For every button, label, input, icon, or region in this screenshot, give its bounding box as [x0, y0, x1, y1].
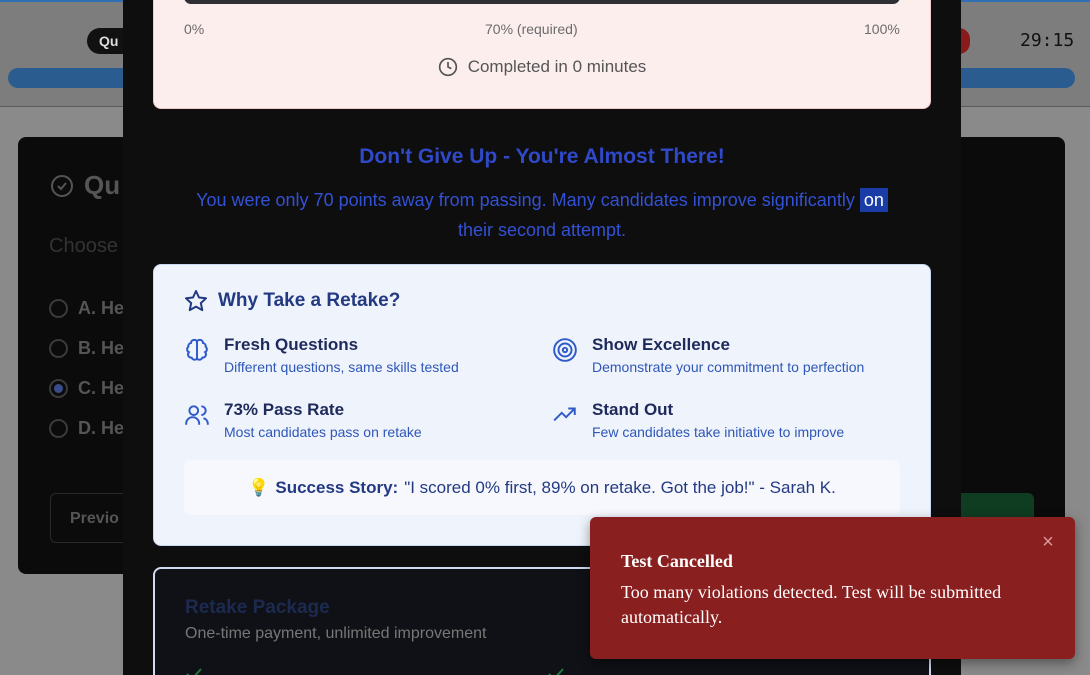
- why-title-text: Why Take a Retake?: [218, 290, 401, 311]
- trending-up-icon: [553, 407, 576, 422]
- lightbulb-icon: 💡: [248, 477, 270, 497]
- why-retake-panel: Why Take a Retake? Fresh Questions Diffe…: [153, 264, 931, 546]
- bar-label-max: 100%: [864, 21, 900, 37]
- encourage-text-part: their second attempt.: [457, 220, 627, 240]
- score-bar: [184, 0, 900, 4]
- bar-label-required: 70% (required): [485, 21, 578, 37]
- question-subtitle: Choose: [49, 235, 118, 257]
- encourage-title: Don't Give Up - You're Almost There!: [359, 145, 725, 168]
- radio-selected-icon[interactable]: [49, 379, 68, 398]
- feature-pass-rate: 73% Pass Rate Most candidates pass on re…: [184, 400, 422, 440]
- toast-title: Test Cancelled: [621, 551, 733, 571]
- radio-icon[interactable]: [49, 419, 68, 438]
- encourage-text: You were only 70 points away from passin…: [153, 185, 931, 245]
- feature-title: Stand Out: [592, 400, 674, 419]
- option-label: C. He: [78, 378, 125, 398]
- package-title: Retake Package: [185, 597, 330, 618]
- option-c[interactable]: C. He: [49, 378, 124, 399]
- check-icon: [548, 668, 564, 675]
- option-label: D. He: [78, 418, 125, 438]
- encourage-text-part: You were only 70 points away from passin…: [196, 190, 860, 210]
- success-story: 💡 Success Story: "I scored 0% first, 89%…: [184, 460, 900, 515]
- timer: 29:15: [1020, 30, 1075, 51]
- package-subtitle: One-time payment, unlimited improvement: [185, 625, 487, 642]
- radio-icon[interactable]: [49, 299, 68, 318]
- target-icon: [553, 338, 577, 362]
- feature-desc: Most candidates pass on retake: [224, 424, 422, 440]
- completed-text: Completed in 0 minutes: [467, 57, 647, 76]
- score-panel: 0% 70% (required) 100% Completed in 0 mi…: [153, 0, 931, 109]
- option-b[interactable]: B. He: [49, 338, 124, 359]
- toast-notification: × Test Cancelled Too many violations det…: [590, 517, 1075, 659]
- radio-icon[interactable]: [49, 339, 68, 358]
- why-title: Why Take a Retake?: [184, 289, 400, 313]
- option-a[interactable]: A. He: [49, 298, 124, 319]
- bar-label-min: 0%: [184, 21, 205, 37]
- feature-title: 73% Pass Rate: [224, 400, 345, 419]
- feature-fresh-questions: Fresh Questions Different questions, sam…: [184, 335, 459, 375]
- question-title-text: Qu: [84, 170, 121, 200]
- feature-title: Fresh Questions: [224, 335, 359, 354]
- star-icon: [185, 290, 207, 312]
- feature-desc: Few candidates take initiative to improv…: [592, 424, 845, 440]
- check-icon: [186, 668, 202, 675]
- story-text: "I scored 0% first, 89% on retake. Got t…: [404, 477, 836, 497]
- toast-message: Too many violations detected. Test will …: [621, 582, 1002, 627]
- feature-show-excellence: Show Excellence Demonstrate your commitm…: [552, 335, 864, 375]
- story-label: Success Story:: [275, 477, 399, 497]
- selected-text: on: [859, 188, 888, 212]
- feature-desc: Different questions, same skills tested: [224, 359, 459, 375]
- users-icon: [185, 405, 209, 425]
- option-d[interactable]: D. He: [49, 418, 124, 439]
- close-icon[interactable]: ×: [1038, 532, 1058, 552]
- completed-time: Completed in 0 minutes: [154, 57, 930, 77]
- feature-stand-out: Stand Out Few candidates take initiative…: [552, 400, 844, 440]
- clock-icon: [438, 57, 457, 77]
- option-label: B. He: [78, 338, 125, 358]
- question-title: Qu: [50, 170, 120, 201]
- feature-title: Show Excellence: [592, 335, 730, 354]
- brain-icon: [186, 338, 208, 361]
- option-label: A. He: [78, 298, 125, 318]
- check-circle-icon: [51, 174, 73, 197]
- feature-desc: Demonstrate your commitment to perfectio…: [592, 359, 865, 375]
